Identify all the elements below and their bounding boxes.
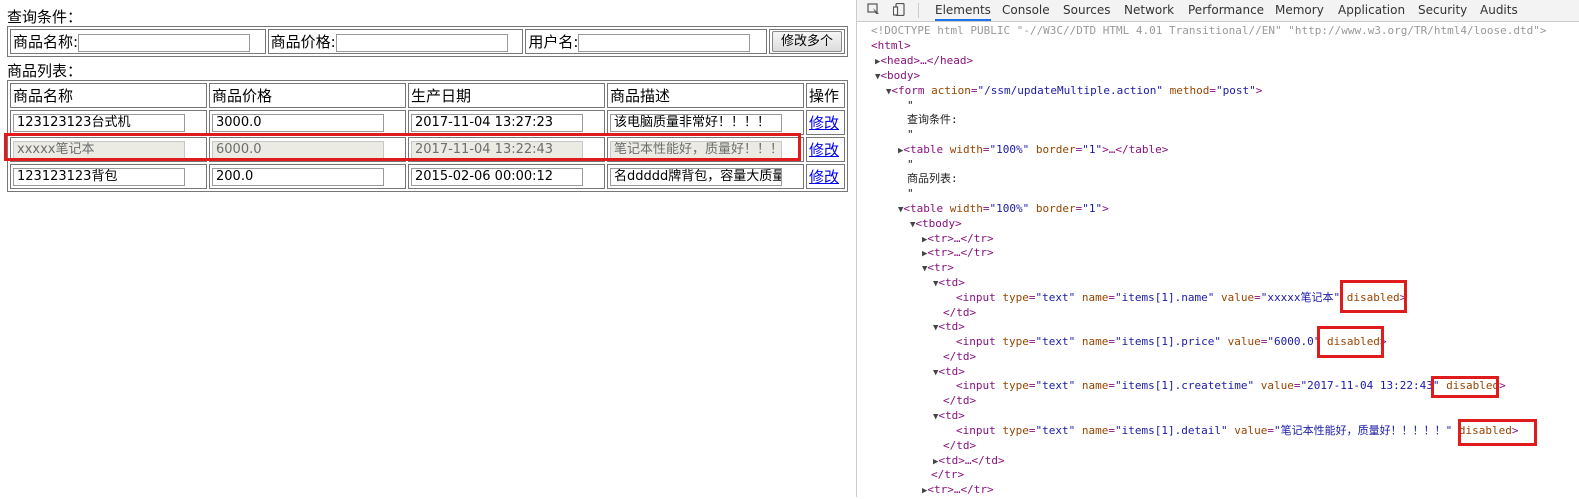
device-toolbar-icon[interactable] — [893, 3, 907, 16]
modify-multiple-button[interactable]: 修改多个 — [771, 31, 842, 52]
td-node[interactable]: ▼<td> — [933, 276, 965, 292]
tab-application[interactable]: Application — [1338, 3, 1405, 17]
tr-node-expanded[interactable]: ▼<tr> — [922, 261, 954, 277]
tab-security[interactable]: Security — [1418, 3, 1467, 17]
text-node-query: 查询条件: — [907, 113, 958, 126]
tabbar-separator — [918, 3, 919, 18]
query-label-user: 用户名: — [528, 33, 579, 51]
date-cell: 2017-11-04 13:27:23 — [408, 110, 605, 135]
action-cell: 修改 — [806, 137, 845, 162]
query-label: 查询条件： — [7, 8, 83, 26]
tr-node-collapsed[interactable]: ▶<tr>…</tr> — [922, 483, 994, 499]
column-header: 商品价格 — [209, 83, 406, 108]
text-node-quote: " — [907, 187, 914, 200]
edit-link[interactable]: 修改 — [809, 114, 839, 132]
detail-cell: 该电脑质量非常好！！！！ — [607, 110, 804, 135]
column-header: 生产日期 — [408, 83, 605, 108]
date-input[interactable]: 2015-02-06 00:00:12 — [411, 167, 583, 186]
doctype-line: <!DOCTYPE html PUBLIC "-//W3C//DTD HTML … — [871, 24, 1547, 37]
name-search-input[interactable] — [78, 33, 251, 52]
action-cell: 修改 — [806, 110, 845, 135]
webpage-viewport: 查询条件： 商品名称: 商品价格: 用户名: 修改多个 商品列表： 商品名称 商… — [0, 0, 856, 497]
inspect-icon[interactable] — [867, 3, 881, 16]
tab-sources[interactable]: Sources — [1063, 3, 1110, 17]
text-node-quote: " — [907, 128, 914, 141]
input-node-createtime[interactable]: <input type="text" name="items[1].create… — [956, 379, 1506, 394]
disabled-attr-highlight — [1458, 419, 1537, 446]
date-cell: 2015-02-06 00:00:12 — [408, 164, 605, 189]
tab-memory[interactable]: Memory — [1275, 3, 1324, 17]
input-node-detail[interactable]: <input type="text" name="items[1].detail… — [956, 424, 1518, 439]
query-label-price: 商品价格: — [270, 33, 336, 51]
column-header: 操作 — [806, 83, 845, 108]
html-node[interactable]: <html> — [871, 39, 911, 54]
column-header: 商品描述 — [607, 83, 804, 108]
name-cell: 123123123背包 — [10, 164, 207, 189]
disabled-attr-highlight — [1317, 326, 1384, 358]
query-label-name: 商品名称: — [13, 33, 79, 51]
input-node-name[interactable]: <input type="text" name="items[1].name" … — [956, 291, 1406, 306]
text-node-quote: " — [907, 99, 914, 112]
body-node[interactable]: ▼<body> — [875, 69, 920, 85]
td-node[interactable]: ▼<td> — [933, 409, 965, 425]
action-cell: 修改 — [806, 164, 845, 189]
devtools-tabbar: Elements Console Sources Network Perform… — [857, 0, 1579, 22]
tab-audits[interactable]: Audits — [1480, 3, 1518, 17]
tr-node-collapsed[interactable]: ▶<tr>…</tr> — [922, 246, 994, 262]
header-row: 商品名称 商品价格 生产日期 商品描述 操作 — [10, 83, 845, 108]
table-node-expanded[interactable]: ▼<table width="100%" border="1"> — [898, 202, 1109, 218]
price-cell: 3000.0 — [209, 110, 406, 135]
form-node[interactable]: ▼<form action="/ssm/updateMultiple.actio… — [886, 84, 1262, 100]
price-input[interactable]: 3000.0 — [212, 113, 384, 132]
edit-link[interactable]: 修改 — [809, 168, 839, 186]
td-close: </td> — [943, 306, 977, 319]
query-table: 商品名称: 商品价格: 用户名: 修改多个 — [7, 26, 848, 57]
name-cell: 123123123台式机 — [10, 110, 207, 135]
head-node[interactable]: ▶<head>…</head> — [875, 54, 973, 70]
table-row: 123123123背包 200.0 2015-02-06 00:00:12 名d… — [10, 164, 845, 189]
query-cell-button: 修改多个 — [768, 29, 845, 54]
edit-link[interactable]: 修改 — [809, 141, 839, 159]
devtools-panel: Elements Console Sources Network Perform… — [856, 0, 1579, 497]
price-search-input[interactable] — [335, 33, 508, 52]
td-node[interactable]: ▼<td> — [933, 320, 965, 336]
text-node-quote: " — [907, 158, 914, 171]
text-node-list: 商品列表: — [907, 172, 958, 185]
username-search-input[interactable] — [578, 33, 751, 52]
tab-console[interactable]: Console — [1002, 3, 1050, 17]
detail-input[interactable]: 名ddddd牌背包，容量大质量 — [610, 167, 782, 186]
date-input[interactable]: 2017-11-04 13:27:23 — [411, 113, 583, 132]
tab-network[interactable]: Network — [1124, 3, 1174, 17]
price-cell: 200.0 — [209, 164, 406, 189]
query-cell-name: 商品名称: — [10, 29, 266, 54]
td-close: </td> — [943, 439, 977, 452]
query-cell-user: 用户名: — [525, 29, 767, 54]
name-input[interactable]: 123123123台式机 — [13, 113, 185, 132]
detail-cell: 名ddddd牌背包，容量大质量 — [607, 164, 804, 189]
column-header: 商品名称 — [10, 83, 207, 108]
detail-input[interactable]: 该电脑质量非常好！！！！ — [610, 113, 782, 132]
name-input[interactable]: 123123123背包 — [13, 167, 185, 186]
tbody-node[interactable]: ▼<tbody> — [910, 217, 962, 233]
table-node-collapsed[interactable]: ▶<table width="100%" border="1">…</table… — [898, 143, 1168, 159]
tab-performance[interactable]: Performance — [1188, 3, 1264, 17]
disabled-row-highlight — [4, 133, 801, 161]
tab-elements[interactable]: Elements — [935, 3, 991, 21]
table-row: 123123123台式机 3000.0 2017-11-04 13:27:23 … — [10, 110, 845, 135]
query-cell-price: 商品价格: — [267, 29, 524, 54]
list-label: 商品列表： — [7, 62, 83, 80]
price-input[interactable]: 200.0 — [212, 167, 384, 186]
td-close: </td> — [943, 394, 977, 407]
disabled-attr-highlight — [1431, 376, 1499, 398]
tr-close: </tr> — [931, 468, 965, 481]
td-close: </td> — [943, 350, 977, 363]
disabled-attr-highlight — [1340, 280, 1407, 313]
